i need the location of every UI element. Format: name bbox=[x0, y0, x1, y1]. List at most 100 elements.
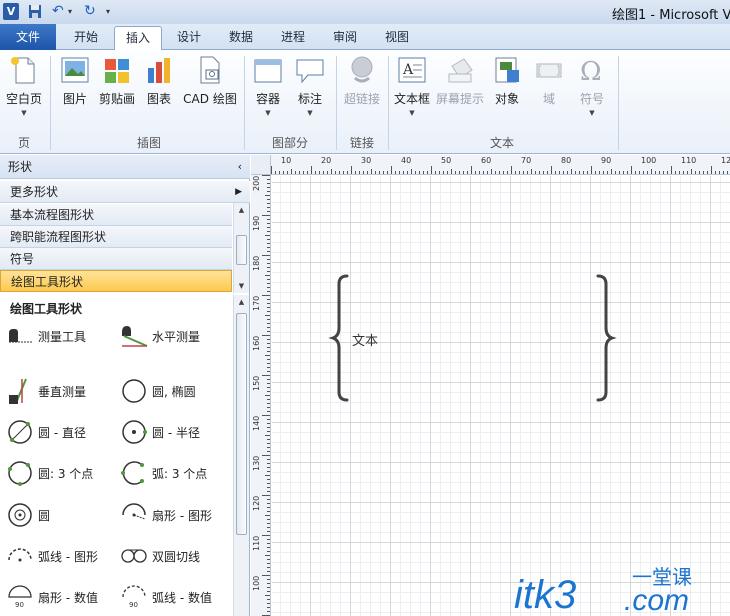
chevron-right-icon: ▶ bbox=[235, 187, 242, 197]
omega-icon: Ω bbox=[576, 54, 608, 87]
tab-data[interactable]: 数据 bbox=[218, 26, 264, 50]
tab-view[interactable]: 视图 bbox=[374, 26, 420, 50]
left-brace bbox=[328, 274, 349, 402]
svg-text:90: 90 bbox=[129, 601, 138, 609]
chevron-down-icon: ▼ bbox=[21, 109, 27, 117]
undo-icon[interactable]: ↶ bbox=[52, 3, 66, 20]
shape-arc-value[interactable]: 90 弧线 - 数值 bbox=[120, 583, 212, 611]
concentric-circle-icon bbox=[8, 503, 32, 527]
chart-button[interactable]: 图表 bbox=[142, 54, 176, 107]
collapse-pane-icon[interactable]: ‹ bbox=[238, 155, 242, 179]
symbol-button[interactable]: Ω 符号 ▼ bbox=[572, 54, 612, 117]
undo-dropdown-icon[interactable]: ▾ bbox=[68, 3, 76, 20]
stencil-list-scrollbar[interactable]: ▲ ▼ bbox=[233, 203, 249, 293]
group-label-illustrations: 插图 bbox=[136, 136, 161, 150]
redo-icon[interactable]: ↻ bbox=[84, 3, 98, 20]
blank-page-button[interactable]: 空白页 ▼ bbox=[4, 54, 44, 117]
stencil-basic-flowchart[interactable]: 基本流程图形状 bbox=[0, 204, 232, 226]
ruler-label: 120 bbox=[721, 156, 730, 165]
circle-radius-icon bbox=[122, 420, 147, 444]
watermark-domain: .com bbox=[624, 584, 689, 616]
shape-measure-tool[interactable]: 测量工具 bbox=[6, 322, 86, 350]
group-label-links: 链接 bbox=[349, 136, 374, 150]
brace-text[interactable]: 文本 bbox=[352, 330, 378, 349]
drawing-canvas[interactable] bbox=[272, 176, 730, 616]
shape-circle-ellipse[interactable]: 圆, 椭圆 bbox=[120, 377, 196, 405]
shape-vertical-measure[interactable]: 垂直测量 bbox=[6, 377, 86, 405]
tab-process[interactable]: 进程 bbox=[270, 26, 316, 50]
shapes-scrollbar[interactable]: ▲ bbox=[233, 295, 249, 616]
callout-button[interactable]: 标注 ▼ bbox=[292, 54, 328, 117]
tab-insert[interactable]: 插入 bbox=[114, 26, 162, 51]
textbox-button[interactable]: A 文本框 ▼ bbox=[392, 54, 432, 117]
shape-sector-graphic[interactable]: 扇形 - 图形 bbox=[120, 501, 212, 529]
title-bar: V ↶ ▾ ↻ ▾ 绘图1 - Microsoft V bbox=[0, 0, 730, 24]
group-label-pages: 页 bbox=[17, 136, 30, 150]
shape-circle[interactable]: 圆 bbox=[6, 501, 50, 529]
textbox-icon: A bbox=[396, 54, 428, 86]
chart-icon bbox=[143, 54, 175, 86]
scroll-down-icon[interactable]: ▼ bbox=[234, 279, 249, 293]
clip-art-icon bbox=[101, 54, 133, 86]
svg-text:90: 90 bbox=[15, 601, 24, 609]
ruler-label: 100 bbox=[252, 575, 261, 591]
group-separator bbox=[50, 56, 51, 150]
tab-home[interactable]: 开始 bbox=[62, 26, 110, 50]
screentip-icon bbox=[444, 54, 476, 86]
container-button[interactable]: 容器 ▼ bbox=[250, 54, 286, 117]
tab-file[interactable]: 文件 bbox=[0, 24, 56, 50]
shape-double-circle-tangent[interactable]: 双圆切线 bbox=[120, 542, 200, 570]
shapes-pane-title: 形状 bbox=[8, 160, 33, 174]
group-separator bbox=[336, 56, 337, 150]
visio-app-icon[interactable]: V bbox=[3, 3, 19, 20]
ruler-label: 150 bbox=[252, 375, 261, 391]
ruler-label: 50 bbox=[441, 156, 452, 165]
ruler-label: 130 bbox=[252, 455, 261, 471]
arc-3-points-icon bbox=[121, 461, 144, 485]
double-circle-tangent-icon bbox=[121, 549, 147, 563]
ruler-label: 90 bbox=[601, 156, 612, 165]
cad-drawing-button[interactable]: CAD 绘图 bbox=[180, 54, 240, 107]
container-icon bbox=[252, 54, 284, 86]
save-icon[interactable] bbox=[28, 3, 42, 20]
ruler-label: 180 bbox=[252, 255, 261, 271]
ruler-label: 160 bbox=[252, 335, 261, 351]
customize-quick-access-icon[interactable]: ▾ bbox=[106, 3, 116, 20]
chevron-down-icon: ▼ bbox=[409, 109, 415, 117]
shape-horizontal-measure[interactable]: 水平测量 bbox=[120, 322, 200, 350]
vertical-ruler[interactable]: 200 190 180 170 160 150 140 130 120 110 100 bbox=[251, 175, 271, 616]
group-separator bbox=[618, 56, 619, 150]
stencil-symbols[interactable]: 符号 bbox=[0, 248, 232, 270]
svg-text:A: A bbox=[402, 62, 414, 78]
scrollbar-thumb[interactable] bbox=[236, 235, 247, 265]
tab-design[interactable]: 设计 bbox=[166, 26, 212, 50]
horizontal-ruler[interactable]: 10 20 30 40 50 60 70 80 90 100 110 120 bbox=[271, 155, 730, 175]
tab-review[interactable]: 审阅 bbox=[322, 26, 368, 50]
more-shapes-item[interactable]: 更多形状 ▶ bbox=[0, 181, 250, 203]
site-watermark: itk3 一堂课 .com bbox=[512, 560, 730, 616]
circle-diameter-icon bbox=[8, 420, 32, 444]
clip-art-button[interactable]: 剪贴画 bbox=[96, 54, 138, 107]
stencil-cross-functional[interactable]: 跨职能流程图形状 bbox=[0, 226, 232, 248]
screentip-button[interactable]: 屏幕提示 bbox=[434, 54, 486, 107]
stencil-drawing-tools[interactable]: 绘图工具形状 bbox=[0, 270, 232, 292]
ruler-label: 200 bbox=[252, 175, 261, 191]
right-brace bbox=[596, 274, 617, 402]
scroll-up-icon[interactable]: ▲ bbox=[234, 295, 249, 309]
field-button[interactable]: 域 bbox=[530, 54, 568, 107]
shape-circle-3-points[interactable]: 圆: 3 个点 bbox=[6, 459, 93, 487]
scrollbar-thumb[interactable] bbox=[236, 313, 247, 535]
shape-circle-radius[interactable]: 圆 - 半径 bbox=[120, 418, 200, 446]
shape-arc-3-points[interactable]: 弧: 3 个点 bbox=[120, 459, 207, 487]
picture-button[interactable]: 图片 bbox=[58, 54, 92, 107]
object-button[interactable]: 对象 bbox=[490, 54, 524, 107]
sector-icon bbox=[122, 503, 146, 520]
scroll-up-icon[interactable]: ▲ bbox=[234, 203, 249, 217]
brace-shape[interactable] bbox=[272, 176, 730, 616]
hyperlink-button[interactable]: 超链接 bbox=[340, 54, 384, 107]
shapes-pane: 形状 ‹ 更多形状 ▶ 基本流程图形状 跨职能流程图形状 符号 绘图工具形状 ▲… bbox=[0, 155, 250, 616]
shape-sector-value[interactable]: 90 扇形 - 数值 bbox=[6, 583, 98, 611]
ruler-label: 110 bbox=[681, 156, 697, 165]
shape-arc-graphic[interactable]: 弧线 - 图形 bbox=[6, 542, 98, 570]
shape-circle-diameter[interactable]: 圆 - 直径 bbox=[6, 418, 86, 446]
